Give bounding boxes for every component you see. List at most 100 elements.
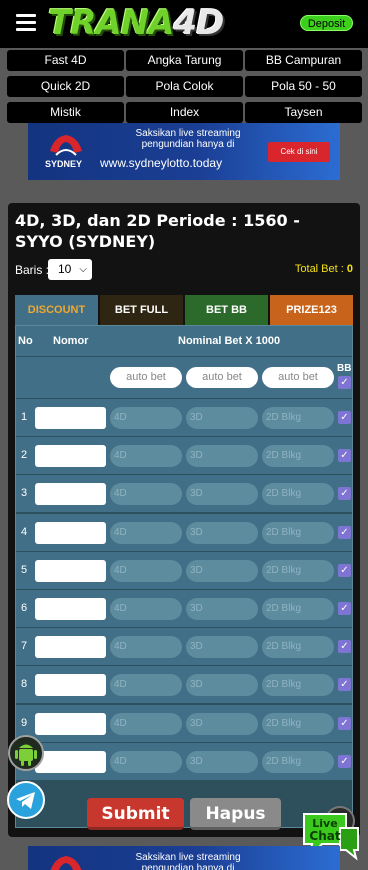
bet-4d-input[interactable]: 4D (110, 750, 182, 773)
col-nominal: Nominal Bet X 1000 (178, 335, 281, 347)
form-title: 4D, 3D, dan 2D Periode : 1560 - SYYO (SY… (15, 211, 300, 251)
nomor-input[interactable] (35, 521, 106, 544)
nomor-input[interactable] (35, 712, 106, 735)
nav-quick-2d[interactable]: Quick 2D (7, 76, 124, 97)
bet-4d-input[interactable]: 4D (110, 598, 182, 620)
hapus-button[interactable]: Hapus (190, 798, 281, 830)
bet-4d-input[interactable]: 4D (110, 483, 182, 506)
col-nomor: Nomor (53, 335, 89, 347)
bet-3d-input[interactable]: 3D (186, 598, 258, 620)
nav-angka-tarung[interactable]: Angka Tarung (126, 50, 243, 71)
nomor-input[interactable] (35, 674, 106, 697)
hamburger-icon[interactable] (16, 14, 36, 32)
bb-checkbox[interactable]: ✓ (338, 602, 351, 615)
bet-2d-input[interactable]: 2D Blkg (262, 712, 334, 735)
bb-checkbox[interactable]: ✓ (338, 754, 351, 768)
bb-checkbox[interactable]: ✓ (338, 678, 351, 692)
bet-2d-input[interactable]: 2D Blkg (262, 483, 334, 506)
site-logo[interactable]: TRANA4D (48, 2, 224, 44)
telegram-button[interactable] (7, 781, 45, 819)
nav-bb-campuran[interactable]: BB Campuran (245, 50, 362, 71)
tab-prize123[interactable]: PRIZE123 (270, 295, 353, 325)
bet-2d-input[interactable]: 2D Blkg (262, 598, 334, 620)
banner-line1: Saksikan live streaming (135, 852, 241, 863)
bb-all-checkbox[interactable]: ✓ (338, 376, 351, 389)
nomor-input[interactable] (35, 407, 106, 429)
chevron-down-icon: ⌵ (79, 264, 87, 275)
bet-3d-input[interactable]: 3D (186, 521, 258, 544)
table-row: 2 4D 3D 2D Blkg ✓ (16, 436, 352, 475)
bet-4d-input[interactable]: 4D (110, 674, 182, 697)
auto-bet-row: auto bet auto bet auto bet BB ✓ (16, 356, 352, 398)
logo-accent: 4D (173, 3, 224, 43)
bet-2d-input[interactable]: 2D Blkg (262, 636, 334, 659)
nav-taysen[interactable]: Taysen (245, 102, 362, 123)
table-row: 8 4D 3D 2D Blkg ✓ (16, 665, 352, 704)
nomor-input[interactable] (35, 598, 106, 620)
row-number: 1 (21, 411, 28, 423)
sydney-lotto-banner[interactable]: SYDNEY Saksikan live streaming pengundia… (28, 123, 340, 180)
row-number: 4 (21, 525, 28, 538)
bet-3d-input[interactable]: 3D (186, 559, 258, 582)
bet-3d-input[interactable]: 3D (186, 674, 258, 697)
nav-pola-colok[interactable]: Pola Colok (126, 76, 243, 97)
bet-3d-input[interactable]: 3D (186, 445, 258, 468)
bet-2d-input[interactable]: 2D Blkg (262, 445, 334, 468)
bet-2d-input[interactable]: 2D Blkg (262, 559, 334, 582)
bb-checkbox[interactable]: ✓ (338, 487, 351, 501)
table-row: 9 4D 3D 2D Blkg ✓ (16, 703, 352, 742)
nomor-input[interactable] (35, 636, 106, 659)
bb-checkbox[interactable]: ✓ (338, 716, 351, 730)
bet-4d-input[interactable]: 4D (110, 636, 182, 659)
bet-2d-input[interactable]: 2D Blkg (262, 674, 334, 697)
bet-3d-input[interactable]: 3D (186, 483, 258, 506)
baris-select[interactable]: 10 ⌵ (48, 259, 92, 280)
bb-checkbox[interactable]: ✓ (338, 563, 351, 577)
bet-2d-input[interactable]: 2D Blkg (262, 407, 334, 429)
banner-cta-button[interactable]: Cek di sini (268, 142, 330, 162)
bet-3d-input[interactable]: 3D (186, 636, 258, 659)
table-row: 104D3D2D Blkg✓ (16, 741, 352, 780)
deposit-button[interactable]: Deposit (300, 15, 353, 31)
banner-brand: SYDNEY (45, 159, 83, 169)
nomor-input[interactable] (35, 750, 106, 773)
auto-bet-3d-input[interactable]: auto bet (186, 367, 258, 388)
tab-bet-bb[interactable]: BET BB (185, 295, 268, 325)
bb-checkbox[interactable]: ✓ (338, 640, 351, 654)
sydney-lotto-logo-icon (50, 856, 82, 870)
bb-checkbox[interactable]: ✓ (338, 525, 351, 539)
nomor-input[interactable] (35, 445, 106, 468)
bb-checkbox[interactable]: ✓ (338, 411, 351, 424)
bet-2d-input[interactable]: 2D Blkg (262, 521, 334, 544)
submit-button[interactable]: Submit (87, 798, 184, 830)
bb-checkbox[interactable]: ✓ (338, 449, 351, 463)
nav-index[interactable]: Index (126, 102, 243, 123)
row-number: 5 (21, 563, 28, 576)
bet-4d-input[interactable]: 4D (110, 521, 182, 544)
sydney-lotto-banner-bottom[interactable]: Saksikan live streaming pengundian hanya… (28, 846, 340, 870)
bet-4d-input[interactable]: 4D (110, 407, 182, 429)
bet-2d-input[interactable]: 2D Blkg (262, 750, 334, 773)
bet-4d-input[interactable]: 4D (110, 559, 182, 582)
auto-bet-2d-input[interactable]: auto bet (262, 367, 334, 388)
nav-pola-50-50[interactable]: Pola 50 - 50 (245, 76, 362, 97)
baris-label: Baris : (15, 263, 50, 277)
nav-mistik[interactable]: Mistik (7, 102, 124, 123)
banner-url: www.sydneylotto.today (100, 156, 223, 170)
nav-fast-4d[interactable]: Fast 4D (7, 50, 124, 71)
total-bet-label: Total Bet : (294, 263, 344, 275)
auto-bet-4d-input[interactable]: auto bet (110, 367, 182, 388)
nomor-input[interactable] (35, 559, 106, 582)
bet-4d-input[interactable]: 4D (110, 445, 182, 468)
nomor-input[interactable] (35, 483, 106, 506)
bet-4d-input[interactable]: 4D (110, 712, 182, 735)
bet-3d-input[interactable]: 3D (186, 407, 258, 429)
bet-form-panel: 4D, 3D, dan 2D Periode : 1560 - SYYO (SY… (8, 203, 360, 837)
tab-bet-full[interactable]: BET FULL (100, 295, 183, 325)
bet-3d-input[interactable]: 3D (186, 750, 258, 773)
tab-discount[interactable]: DISCOUNT (15, 295, 98, 325)
banner-line1: Saksikan live streaming (135, 128, 241, 139)
android-app-button[interactable] (8, 735, 44, 771)
bet-3d-input[interactable]: 3D (186, 712, 258, 735)
bet-type-tabs: DISCOUNT BET FULL BET BB PRIZE123 (15, 295, 353, 325)
